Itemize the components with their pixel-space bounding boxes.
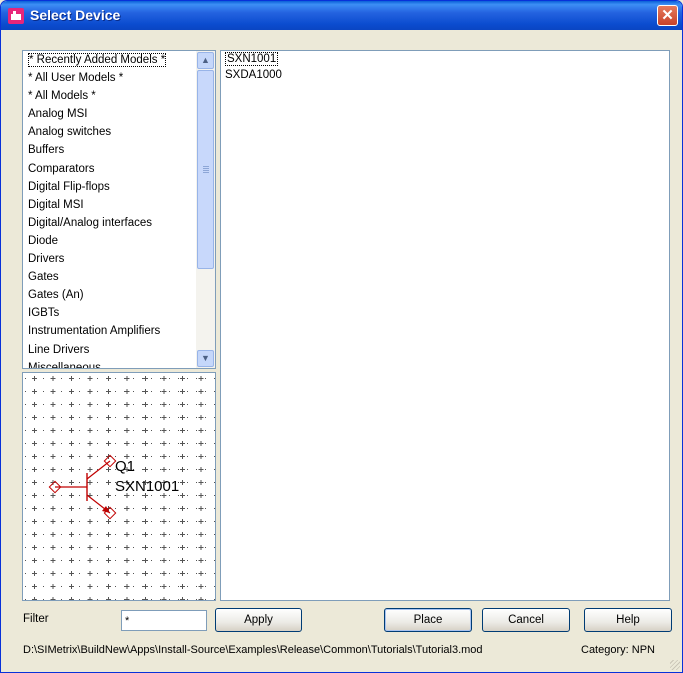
close-button[interactable]: ✕ [657,5,678,26]
thumb-grip [203,168,209,169]
category-item-label: Comparators [28,162,95,175]
device-item-label: SXDA1000 [225,69,282,81]
category-item-label: Gates [28,271,59,284]
title-bar[interactable]: Select Device ✕ [1,1,682,30]
category-item-label: Gates (An) [28,289,84,302]
category-item[interactable]: Buffers [23,141,197,159]
device-item[interactable]: SXDA1000 [221,67,669,83]
category-list[interactable]: * Recently Added Models * * All User Mode… [22,50,216,369]
category-scrollbar[interactable]: ▲ ▼ [196,51,215,368]
device-items: SXN1001 SXDA1000 [221,51,669,83]
filter-label: Filter [23,613,49,625]
category-item-label: Miscellaneous [28,361,101,369]
category-item-label: * Recently Added Models * [28,53,167,67]
category-item[interactable]: IGBTs [23,304,197,322]
category-item[interactable]: Analog MSI [23,105,197,123]
scrollbar-thumb[interactable] [197,70,214,269]
category-item[interactable]: Diode [23,232,197,250]
scroll-down-button[interactable]: ▼ [197,350,214,367]
apply-button[interactable]: Apply [215,608,302,632]
category-item-label: * All User Models * [28,72,124,85]
device-item[interactable]: SXN1001 [221,51,669,67]
category-item-label: Diode [28,234,59,247]
cancel-button[interactable]: Cancel [482,608,570,632]
category-item[interactable]: Miscellaneous [23,359,197,369]
resize-grip[interactable] [670,660,680,670]
ref-designator: Q1 [115,458,136,475]
category-item[interactable]: Instrumentation Amplifiers [23,322,197,340]
app-icon [8,8,24,24]
category-item-label: Buffers [28,144,65,157]
scroll-up-button[interactable]: ▲ [197,52,214,69]
category-item[interactable]: Digital Flip-flops [23,178,197,196]
category-item[interactable]: Drivers [23,250,197,268]
category-item[interactable]: * Recently Added Models * [23,51,197,69]
place-button[interactable]: Place [384,608,472,632]
category-item-label: Digital MSI [28,198,84,211]
category-item-label: * All Models * [28,90,96,103]
category-item-label: Analog MSI [28,108,88,121]
category-item[interactable]: Gates [23,268,197,286]
filter-input[interactable] [121,610,207,631]
category-item-label: Digital/Analog interfaces [28,216,153,229]
category-item-label: Digital Flip-flops [28,180,110,193]
model-file-path: D:\SIMetrix\BuildNew\Apps\Install-Source… [23,644,483,656]
category-item[interactable]: * All Models * [23,87,197,105]
symbol-preview: Q1 SXN1001 [22,372,216,601]
window-title: Select Device [30,7,121,23]
category-item-label: Line Drivers [28,343,90,356]
category-item-label: Analog switches [28,126,112,139]
category-item-label: IGBTs [28,307,60,320]
category-item[interactable]: Comparators [23,160,197,178]
device-list[interactable]: SXN1001 SXDA1000 [220,50,670,601]
thumb-grip [203,166,209,167]
category-items: * Recently Added Models * * All User Mode… [23,51,197,369]
category-item[interactable]: Digital/Analog interfaces [23,214,197,232]
device-item-label: SXN1001 [225,52,279,66]
thumb-grip [203,172,209,173]
category-item-label: Instrumentation Amplifiers [28,325,161,338]
select-device-dialog: Select Device ✕ * Recently Added Models … [0,0,683,673]
category-status: Category: NPN [581,644,655,656]
category-item[interactable]: Analog switches [23,123,197,141]
help-button[interactable]: Help [584,608,672,632]
category-item[interactable]: Line Drivers [23,341,197,359]
category-item[interactable]: Gates (An) [23,286,197,304]
category-item[interactable]: * All User Models * [23,69,197,87]
category-item-label: Drivers [28,253,65,266]
thumb-grip [203,170,209,171]
model-name-label: SXN1001 [115,478,180,495]
category-item[interactable]: Digital MSI [23,196,197,214]
